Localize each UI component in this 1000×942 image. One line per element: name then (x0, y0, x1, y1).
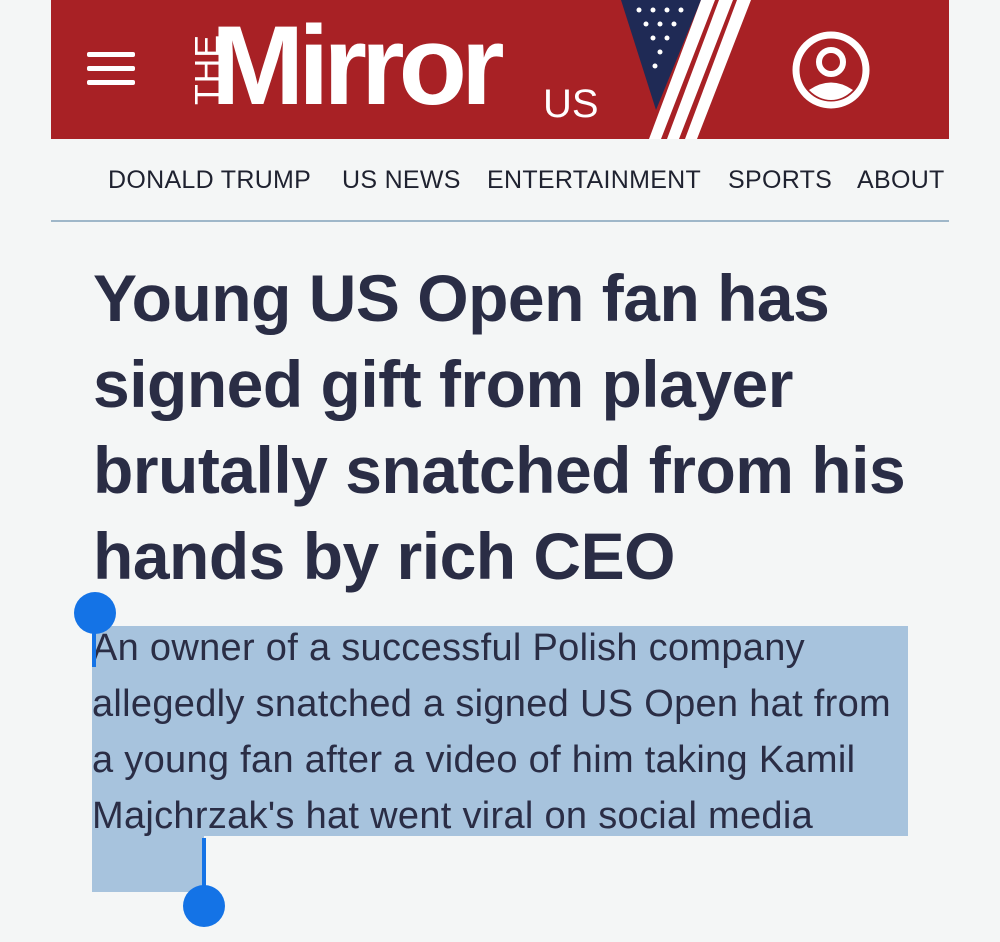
selection-end-caret (202, 838, 206, 888)
section-nav: DONALD TRUMP US NEWS ENTERTAINMENT SPORT… (51, 140, 949, 222)
article-standfirst[interactable]: An owner of a successful Polish company … (92, 620, 912, 844)
masthead: THE Mirror US (51, 0, 949, 139)
nav-item-entertainment[interactable]: ENTERTAINMENT (487, 166, 701, 195)
site-logo[interactable]: THE Mirror US (171, 0, 651, 139)
selection-end-handle[interactable] (183, 885, 225, 927)
nav-item-us-news[interactable]: US NEWS (342, 166, 461, 195)
selection-start-handle[interactable] (74, 592, 116, 634)
us-flag-graphic (621, 0, 751, 139)
nav-item-donald-trump[interactable]: DONALD TRUMP (108, 166, 311, 195)
text-selection-highlight-tail (92, 836, 204, 892)
standfirst-container: An owner of a successful Polish company … (92, 620, 912, 844)
nav-item-about[interactable]: ABOUT (857, 166, 945, 195)
user-account-icon[interactable] (791, 30, 871, 110)
hamburger-menu-icon[interactable] (87, 52, 135, 86)
article-headline: Young US Open fan has signed gift from p… (93, 261, 906, 593)
nav-item-sports[interactable]: SPORTS (728, 166, 832, 195)
logo-region: US (543, 82, 599, 126)
logo-wordmark: Mirror (211, 3, 505, 128)
